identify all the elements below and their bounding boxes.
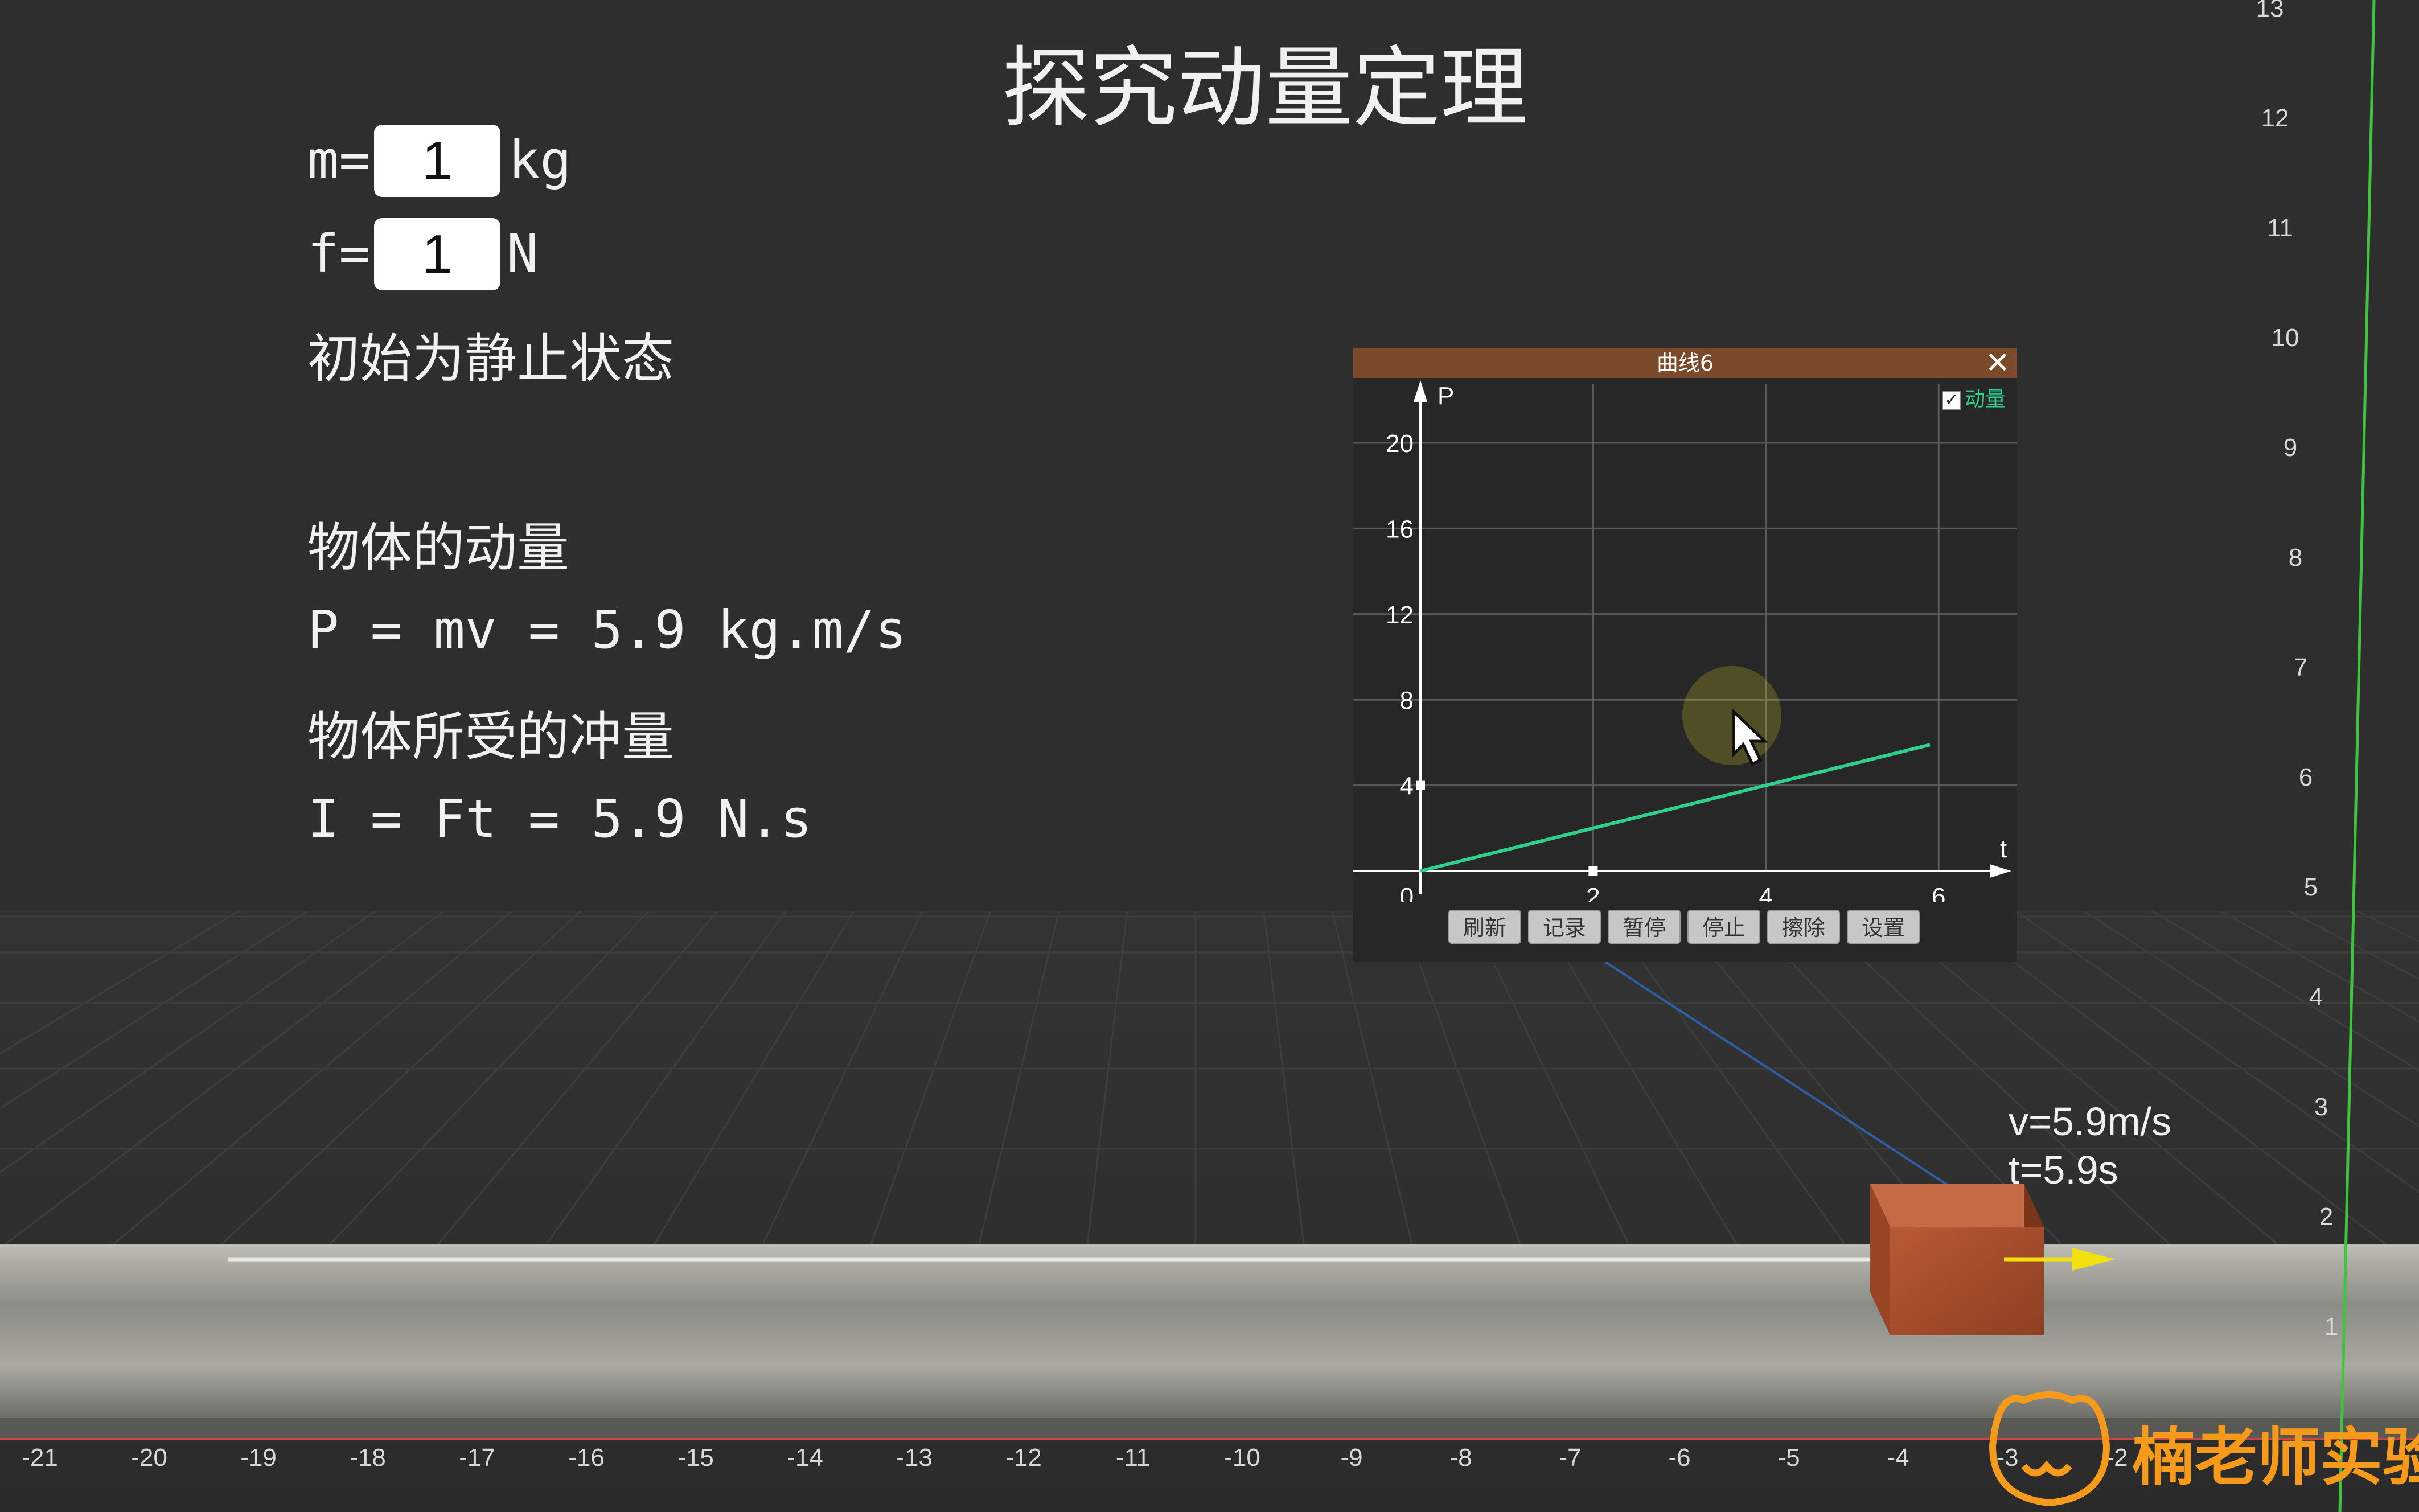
x-tick-label: 2: [1586, 883, 1600, 902]
friction-label: f=: [307, 223, 371, 284]
initial-state-text: 初始为静止状态: [307, 328, 675, 389]
height-tick-label: 4: [2309, 983, 2323, 1011]
stop-button[interactable]: 停止: [1687, 910, 1760, 944]
height-tick-label: 3: [2314, 1093, 2328, 1121]
momentum-formula: P = mv = 5.9 kg.m/s: [307, 599, 907, 660]
time-readout: t=5.9s: [2009, 1148, 2118, 1192]
height-tick-label: 7: [2294, 654, 2307, 681]
friction-unit: N: [507, 223, 539, 284]
mouse-cursor-icon: [1682, 666, 1781, 766]
ground-tick-label: -5: [1777, 1444, 1800, 1472]
x-tick-label: 4: [1759, 883, 1773, 902]
height-tick-label: 2: [2319, 1203, 2333, 1231]
ground-tick-label: -8: [1449, 1444, 1472, 1472]
impulse-heading: 物体所受的冲量: [307, 706, 675, 767]
ground-tick-label: -3: [1996, 1444, 2018, 1472]
y-tick-label: 16: [1386, 515, 1414, 543]
page-title: 探究动量定理: [1002, 38, 1529, 139]
height-tick-label: 10: [2272, 324, 2299, 352]
ground-tick-label: -6: [1668, 1444, 1690, 1472]
y-axis-label: P: [1438, 382, 1454, 410]
ground-tick-label: -19: [240, 1444, 277, 1472]
ground-tick-label: -11: [1116, 1444, 1150, 1472]
ground-tick-label: -15: [677, 1444, 714, 1472]
ground-tick-label: -21: [22, 1444, 58, 1472]
height-tick-label: 12: [2261, 104, 2289, 132]
pause-button[interactable]: 暂停: [1608, 910, 1681, 944]
track-surface: [0, 1244, 2419, 1418]
refresh-button[interactable]: 刷新: [1448, 910, 1521, 944]
mass-unit: kg: [508, 130, 572, 191]
velocity-readout: v=5.9m/s: [2009, 1099, 2171, 1144]
settings-button[interactable]: 设置: [1847, 910, 1920, 944]
erase-button[interactable]: 擦除: [1767, 910, 1840, 944]
height-tick-label: 8: [2289, 544, 2302, 572]
ground-tick-label: -7: [1559, 1444, 1581, 1472]
origin-label: 0: [1400, 883, 1414, 902]
ground-tick-label: -20: [131, 1444, 167, 1472]
ground-tick-label: -4: [1887, 1444, 1909, 1472]
x-tick-label: 6: [1932, 883, 1945, 902]
impulse-formula: I = Ft = 5.9 N.s: [307, 788, 812, 849]
legend-label: 动量: [1964, 388, 2006, 411]
close-icon[interactable]: ✕: [1983, 348, 2013, 378]
y-tick-label: 8: [1400, 687, 1414, 714]
y-marker: [1416, 780, 1425, 790]
height-tick-label: 6: [2299, 763, 2313, 791]
watermark-text: 楠老师实验: [2132, 1421, 2419, 1494]
x-marker: [1588, 866, 1598, 876]
legend[interactable]: ✓ 动量: [1941, 387, 2006, 412]
height-tick-label: 1: [2324, 1313, 2338, 1341]
ground-tick-label: -14: [787, 1444, 823, 1472]
y-tick-label: 4: [1400, 773, 1414, 800]
momentum-heading: 物体的动量: [307, 517, 570, 578]
height-tick-label: 13: [2256, 0, 2284, 22]
height-tick-label: 5: [2304, 873, 2318, 901]
y-tick-label: 12: [1386, 601, 1414, 629]
panel-title: 曲线6: [1656, 351, 1714, 376]
ground-tick-label: -17: [459, 1444, 495, 1472]
ground-tick-label: -16: [568, 1444, 605, 1472]
checkbox-icon[interactable]: ✓: [1941, 391, 1961, 410]
ground-tick-label: -10: [1224, 1444, 1260, 1472]
record-button[interactable]: 记录: [1528, 910, 1601, 944]
ground-tick-label: -18: [350, 1444, 386, 1472]
chart-grid: [1353, 384, 2017, 871]
ground-tick-label: -12: [1005, 1444, 1042, 1472]
mass-label: m=: [307, 130, 371, 191]
mass-input[interactable]: 1: [374, 125, 500, 197]
y-axis-arrow: [1414, 380, 1427, 402]
friction-input[interactable]: 1: [374, 218, 500, 290]
ground-tick-label: -9: [1340, 1444, 1362, 1472]
height-tick-label: 11: [2267, 214, 2293, 242]
x-axis-arrow: [1990, 864, 2011, 878]
x-axis-label: t: [2000, 835, 2007, 863]
ground-tick-label: -13: [896, 1444, 933, 1472]
height-tick-label: 9: [2284, 434, 2297, 462]
y-tick-label: 20: [1386, 430, 1414, 458]
track-shadow: [0, 1418, 2419, 1438]
